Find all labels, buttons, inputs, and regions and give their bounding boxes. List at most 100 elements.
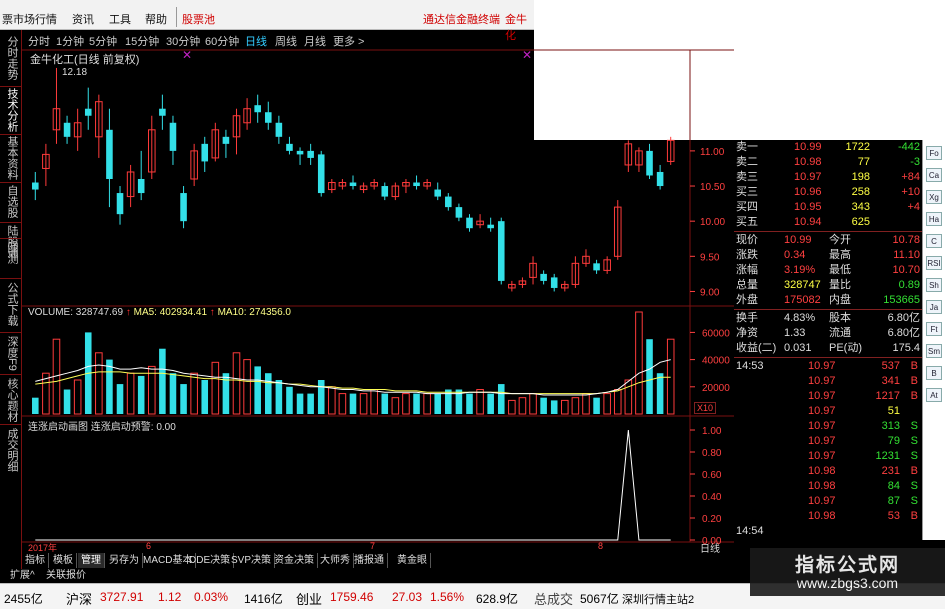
left-tab-technical[interactable]: 技术分析 [4,88,18,132]
side-tool-icon[interactable]: Ft [926,322,942,336]
order-level-price: 10.94 [794,216,822,228]
candle-body-down [222,136,230,144]
menu-item-tools[interactable]: 工具 [109,11,131,27]
order-level-price: 10.99 [794,141,822,153]
left-tab-core-theme[interactable]: 核心题材 [4,378,18,422]
side-tool-icon[interactable]: Sm [926,344,942,358]
volume-bar-down [413,393,420,414]
panel-divider [734,231,922,232]
volume-bar-up [582,393,590,415]
volume-bar-down [307,393,314,414]
side-tool-icon[interactable]: C [926,234,942,248]
side-tool-icon[interactable]: Xg [926,190,942,204]
kline-chart[interactable]: 11.00 10.50 10.00 9.50 9.00 60000 40000 20000 1.… [22,30,734,548]
tab-svp[interactable]: SVP决策 [228,553,276,568]
side-tool-icon[interactable]: Ha [926,212,942,226]
menu-item-tdx-terminal[interactable]: 通达信金融终端 [423,11,500,27]
stat-label: 股本 [829,312,851,324]
stat-row[interactable]: 涨幅 3.19% 最低 10.70 [734,263,922,278]
stat-row[interactable]: 现价 10.99 今开 10.78 [734,233,922,248]
tick-row[interactable]: 10.98 231 B [734,464,922,479]
tick-side: S [910,420,918,432]
side-tool-icon[interactable]: Ca [926,168,942,182]
order-book-row[interactable]: 卖二 10.98 77 -3 [734,155,922,170]
tick-row[interactable]: 10.98 53 B [734,509,922,524]
status-hs-amount: 1416亿 [244,592,283,606]
order-level-price: 10.96 [794,186,822,198]
side-tool-icon[interactable]: Sh [926,278,942,292]
candle-body-down [169,122,177,151]
indicator-tick-label: 0.20 [702,514,722,525]
order-level-change: +4 [907,201,920,213]
tab-save-as[interactable]: 另存为 [106,553,143,568]
tab-separator [0,424,22,425]
tab-manage[interactable]: 管理 [78,553,105,568]
stat-label: 现价 [736,234,758,246]
tab-capital[interactable]: 资金决策 [271,553,318,568]
tick-row[interactable]: 10.97 1217 B [734,389,922,404]
tick-row[interactable]: 10.97 313 S [734,419,922,434]
related-quote-button[interactable]: 关联报价 [46,569,86,582]
stat-row[interactable]: 净资 1.33 流通 6.80亿 [734,326,922,341]
left-tab-fundamental[interactable]: 基本资料 [4,136,18,180]
tab-dde[interactable]: DDE决策 [186,553,235,568]
side-tool-icon[interactable]: Ja [926,300,942,314]
tab-separator [0,238,22,239]
order-book-row[interactable]: 卖三 10.97 198 +84 [734,170,922,185]
status-cy-label: 创业 [296,592,323,607]
volume-bar-down [106,359,113,414]
tab-separator [0,278,22,279]
stat-row[interactable]: 总量 328747 量比 0.89 [734,278,922,293]
tick-row[interactable]: 10.97 537 B [734,359,922,374]
stat-row[interactable]: 涨跌 0.34 最高 11.10 [734,248,922,263]
tick-time-row[interactable]: 14:54 [734,524,922,539]
side-tool-icon[interactable]: Fo [926,146,942,160]
stat-value: 175082 [784,294,821,306]
side-tool-icon[interactable]: At [926,388,942,402]
menu-item-stock-pool[interactable]: 股票池 [182,11,215,27]
tab-broadcast[interactable]: 播报通 [351,553,388,568]
stat-label: 外盘 [736,294,758,306]
extend-button[interactable]: 扩展^ [10,569,35,582]
left-tab-deal-detail[interactable]: 成交明细 [4,428,18,472]
stat-row[interactable]: 收益(二) 0.031 PE(动) 175.4 [734,341,922,356]
candle-body-down [445,196,452,208]
tick-row[interactable]: 10.97 79 S [734,434,922,449]
side-tool-icon[interactable]: B [926,366,942,380]
side-tool-icon[interactable]: RSI [926,256,942,270]
status-server[interactable]: 深圳行情主站2 [622,591,694,607]
tab-golden-eye[interactable]: 黄金眼 [394,553,431,568]
order-book-row[interactable]: 买三 10.96 258 +10 [734,185,922,200]
menu-item-market[interactable]: 票市场行情 [2,11,57,27]
order-book-row[interactable]: 卖一 10.99 1722 -442 [734,140,922,155]
tick-row[interactable]: 10.97 51 [734,404,922,419]
stat-label: 流通 [829,327,851,339]
volume-bar-down [381,393,389,414]
menu-item-news[interactable]: 资讯 [72,11,94,27]
left-tab-watchlist[interactable]: 自选股 [4,185,18,218]
left-tab-timeshare[interactable]: 分时走势 [4,36,18,80]
left-tab-formula-download[interactable]: 公式下载 [4,282,18,326]
tick-row[interactable]: 10.97 1231 S [734,449,922,464]
tick-price: 10.97 [808,390,836,402]
tab-indicator[interactable]: 指标 [22,553,49,568]
volume-bar-down [646,339,653,414]
volume-bar-down [201,380,209,414]
left-tab-depth-f9[interactable]: 深度F9 [4,336,18,371]
tab-template[interactable]: 模板 [50,553,77,568]
volume-bar-down [169,373,177,414]
stat-row[interactable]: 换手 4.83% 股本 6.80亿 [734,311,922,326]
candle-body-down [264,112,272,123]
left-tab-backtest[interactable]: 回测 [4,242,18,264]
candle-body-down [497,221,505,281]
tick-price: 10.98 [808,465,836,477]
tick-row[interactable]: 10.97 87 S [734,494,922,509]
status-a-amount: 2455亿 [4,592,43,606]
tick-row[interactable]: 10.98 84 S [734,479,922,494]
menu-item-help[interactable]: 帮助 [145,11,167,27]
tick-row[interactable]: 10.97 341 B [734,374,922,389]
stat-row[interactable]: 外盘 175082 内盘 153665 [734,293,922,308]
order-book-row[interactable]: 买五 10.94 625 [734,215,922,230]
tab-master[interactable]: 大师秀 [317,553,354,568]
order-book-row[interactable]: 买四 10.95 343 +4 [734,200,922,215]
